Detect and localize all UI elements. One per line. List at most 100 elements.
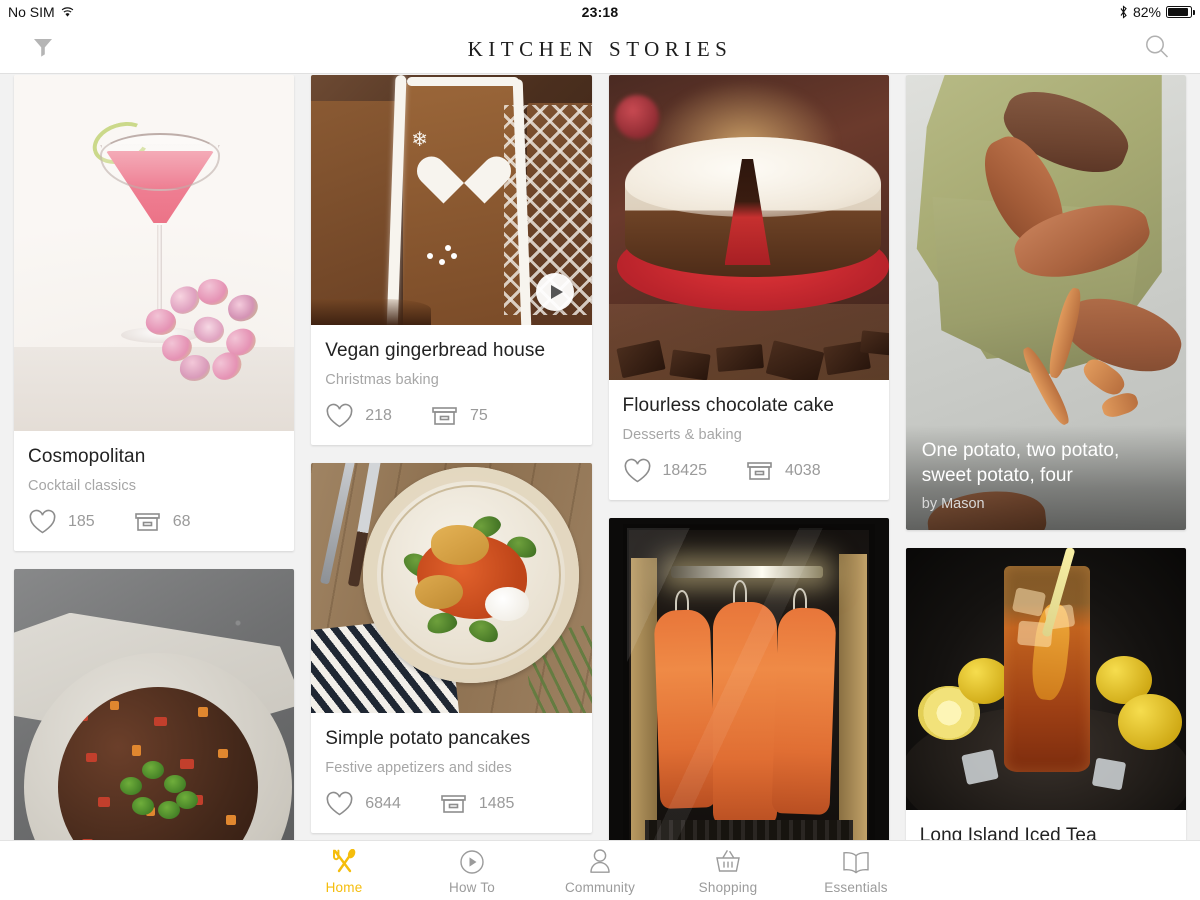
card-body: Cosmopolitan Cocktail classics 185 68 xyxy=(14,431,294,551)
card-stats: 218 75 xyxy=(325,403,577,429)
story-overlay: One potato, two potato, sweet potato, fo… xyxy=(905,425,1186,530)
card-stats: 185 68 xyxy=(28,509,280,535)
tab-shopping[interactable]: Shopping xyxy=(664,847,792,895)
recipe-card-long-island-iced-tea[interactable]: Long Island Iced Tea xyxy=(905,548,1186,840)
tab-label: How To xyxy=(449,879,495,895)
save-stat[interactable]: 1485 xyxy=(439,791,515,817)
navigation-bar: KITCHEN STORIES xyxy=(0,24,1200,74)
recipe-card-flourless-chocolate-cake[interactable]: Flourless chocolate cake Desserts & baki… xyxy=(608,75,889,500)
save-stat[interactable]: 68 xyxy=(133,509,191,535)
heart-icon xyxy=(325,791,354,817)
card-subtitle: Desserts & baking xyxy=(622,426,742,443)
card-photo xyxy=(14,75,295,431)
tab-label: Essentials xyxy=(824,879,888,895)
search-icon xyxy=(1142,32,1172,67)
archive-box-icon xyxy=(745,458,774,484)
recipe-feed[interactable]: Cosmopolitan Cocktail classics 185 68 ❄ … xyxy=(0,75,1200,840)
recipe-card-smoked-salmon[interactable] xyxy=(608,517,889,840)
card-photo xyxy=(14,568,295,840)
tab-essentials[interactable]: Essentials xyxy=(792,847,920,895)
card-title: Cosmopolitan xyxy=(28,446,146,467)
card-body: Flourless chocolate cake Desserts & baki… xyxy=(609,380,889,500)
battery-icon xyxy=(1166,6,1195,18)
battery-percent-label: 82% xyxy=(1132,4,1161,20)
tab-how-to[interactable]: How To xyxy=(408,847,536,895)
like-stat[interactable]: 18425 xyxy=(623,458,708,484)
card-title: Vegan gingerbread house xyxy=(325,340,546,361)
open-book-icon xyxy=(841,847,871,875)
person-icon xyxy=(587,847,613,875)
heart-icon xyxy=(325,403,354,429)
tab-label: Home xyxy=(325,879,363,895)
search-button[interactable] xyxy=(1126,24,1188,74)
smoked-salmon-cabinet-photo xyxy=(608,517,889,840)
play-button-icon[interactable] xyxy=(535,273,574,311)
play-circle-icon xyxy=(459,847,485,875)
story-card-sweet-potato[interactable]: One potato, two potato, sweet potato, fo… xyxy=(905,75,1186,530)
feed-column-3: Flourless chocolate cake Desserts & baki… xyxy=(608,75,889,840)
tab-community[interactable]: Community xyxy=(536,847,664,895)
shopping-basket-icon xyxy=(714,847,742,875)
like-count: 185 xyxy=(68,512,95,530)
recipe-card-simple-potato-pancakes[interactable]: Simple potato pancakes Festive appetizer… xyxy=(311,462,592,833)
save-count: 4038 xyxy=(785,461,821,479)
card-photo xyxy=(311,462,592,713)
bottom-tab-bar: Home How To Community Shopping Essential… xyxy=(0,840,1200,900)
save-count: 1485 xyxy=(478,794,515,812)
bluetooth-icon xyxy=(1119,5,1128,19)
card-photo xyxy=(608,517,889,840)
like-stat[interactable]: 185 xyxy=(28,509,95,535)
feed-columns: Cosmopolitan Cocktail classics 185 68 ❄ … xyxy=(0,75,1200,840)
save-stat[interactable]: 75 xyxy=(430,403,488,429)
recipe-card-grain-bowl[interactable] xyxy=(14,568,295,840)
card-subtitle: Christmas baking xyxy=(325,371,439,388)
story-author: by Mason xyxy=(921,496,985,512)
save-count: 68 xyxy=(172,512,191,530)
card-photo: ❄ xyxy=(311,75,592,325)
like-count: 6844 xyxy=(365,794,401,812)
archive-box-icon xyxy=(133,509,162,535)
card-body: Long Island Iced Tea xyxy=(906,810,1186,840)
app-root: No SIM 23:18 82% KITCHEN STORIES Cosmopo… xyxy=(0,0,1200,900)
tab-label: Shopping xyxy=(698,879,758,895)
like-count: 218 xyxy=(365,406,392,424)
card-title: Flourless chocolate cake xyxy=(622,395,835,416)
status-bar-right: 82% xyxy=(1119,4,1195,20)
cosmopolitan-cocktail-photo xyxy=(14,75,295,431)
feed-column-4: One potato, two potato, sweet potato, fo… xyxy=(905,75,1186,840)
card-body: Simple potato pancakes Festive appetizer… xyxy=(311,713,591,833)
like-stat[interactable]: 6844 xyxy=(325,791,401,817)
card-title: Simple potato pancakes xyxy=(325,727,531,749)
story-title: One potato, two potato, sweet potato, fo… xyxy=(921,440,1120,486)
crossed-spoon-fork-icon xyxy=(330,847,358,875)
heart-icon xyxy=(28,509,57,535)
save-count: 75 xyxy=(469,406,488,424)
long-island-iced-tea-photo xyxy=(905,548,1186,810)
save-stat[interactable]: 4038 xyxy=(745,458,821,484)
recipe-card-vegan-gingerbread-house[interactable]: ❄ Vegan gingerbread house Christmas baki… xyxy=(311,75,592,445)
status-bar: No SIM 23:18 82% xyxy=(0,0,1200,24)
card-subtitle: Festive appetizers and sides xyxy=(325,759,512,776)
like-stat[interactable]: 218 xyxy=(325,403,392,429)
app-title: KITCHEN STORIES xyxy=(467,37,733,61)
card-stats: 18425 4038 xyxy=(623,458,875,484)
card-body: Vegan gingerbread house Christmas baking… xyxy=(311,325,591,445)
recipe-card-cosmopolitan[interactable]: Cosmopolitan Cocktail classics 185 68 xyxy=(14,75,295,551)
flourless-chocolate-cake-photo xyxy=(608,75,889,380)
card-title: Long Island Iced Tea xyxy=(919,825,1097,840)
archive-box-icon xyxy=(439,791,468,817)
clock-label: 23:18 xyxy=(581,4,619,20)
card-photo xyxy=(905,548,1186,810)
tab-label: Community xyxy=(564,879,636,895)
card-photo: One potato, two potato, sweet potato, fo… xyxy=(905,75,1186,530)
feed-column-2: ❄ Vegan gingerbread house Christmas baki… xyxy=(311,75,592,840)
like-count: 18425 xyxy=(662,461,708,479)
card-stats: 6844 1485 xyxy=(325,791,577,817)
card-photo xyxy=(608,75,889,380)
archive-box-icon xyxy=(430,403,459,429)
card-subtitle: Cocktail classics xyxy=(28,477,137,494)
tab-home[interactable]: Home xyxy=(280,847,408,895)
heart-icon xyxy=(623,458,652,484)
feed-column-1: Cosmopolitan Cocktail classics 185 68 xyxy=(14,75,295,840)
grain-salad-bowl-photo xyxy=(14,568,295,840)
